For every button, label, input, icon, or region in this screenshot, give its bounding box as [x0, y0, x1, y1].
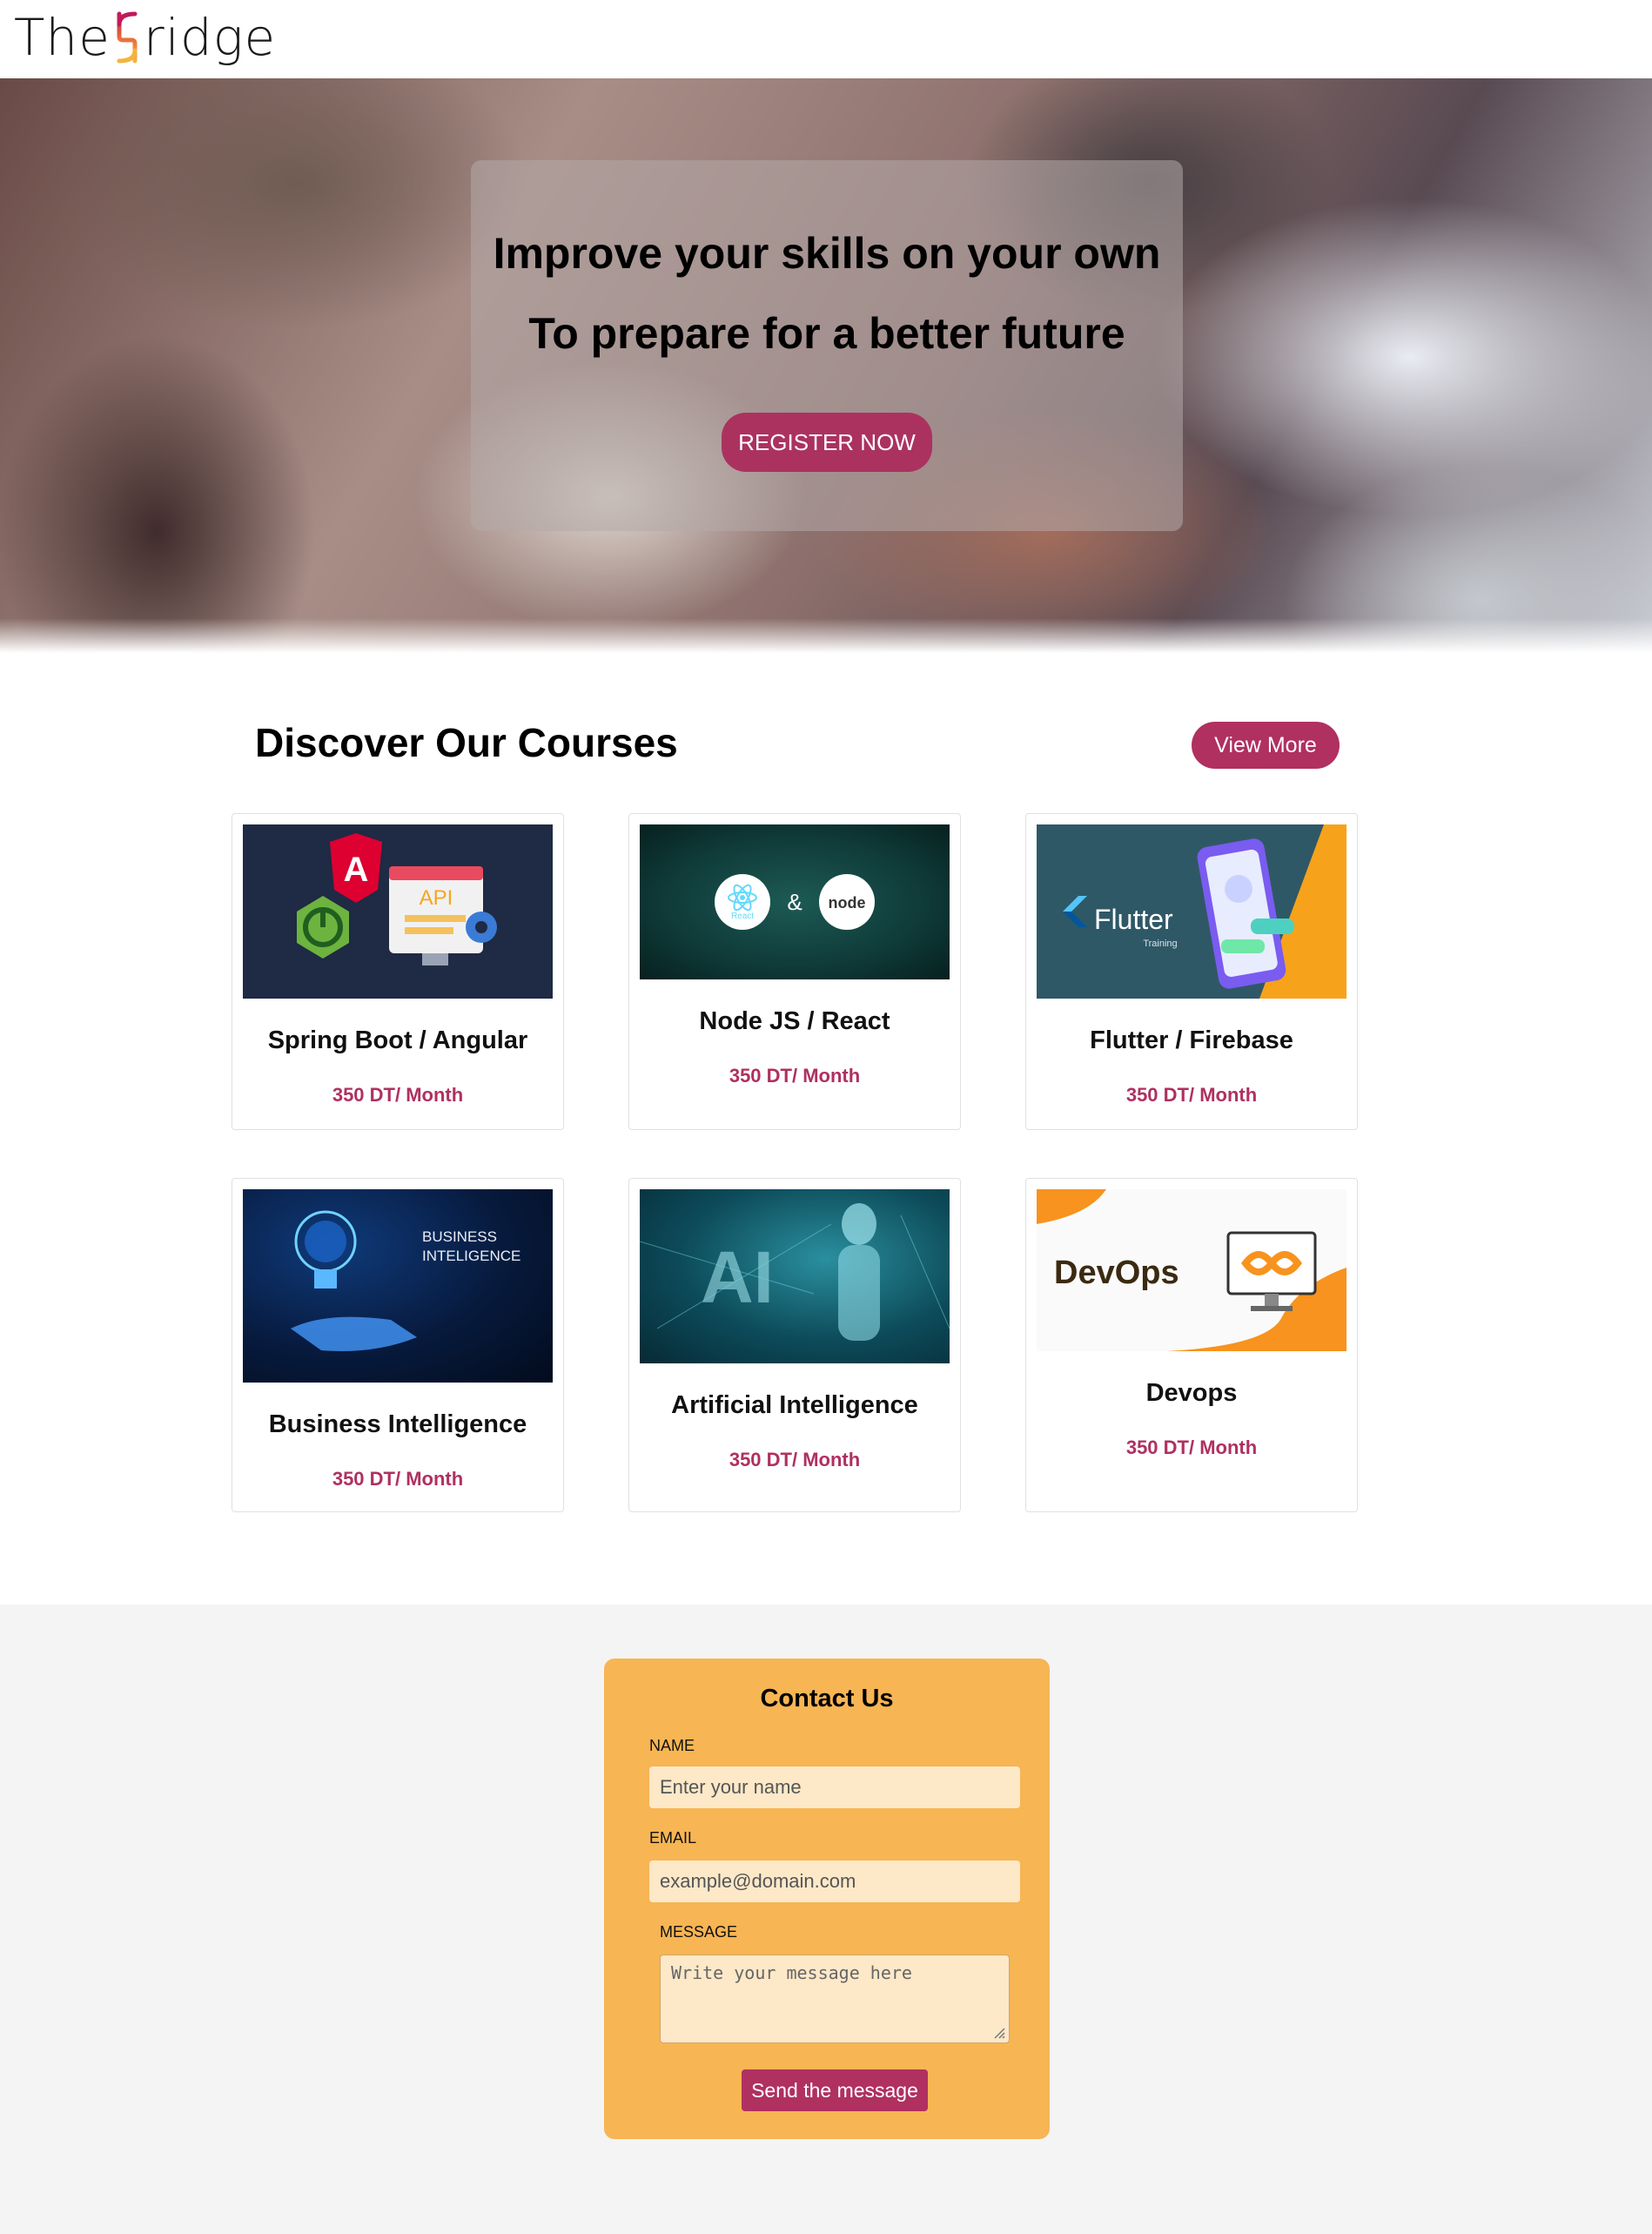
node-label: node: [829, 894, 866, 912]
svg-text:A: A: [344, 851, 369, 889]
course-card-spring-angular[interactable]: A API Spring Boot / Angular 350 DT/ Mont…: [232, 813, 564, 1130]
logo-text-prefix: The: [14, 8, 111, 67]
message-placeholder: Write your message here: [671, 1962, 912, 1983]
message-label: MESSAGE: [660, 1923, 738, 1941]
devops-label: DevOps: [1054, 1255, 1179, 1291]
ai-label: AI: [701, 1236, 774, 1318]
course-card-business-intelligence[interactable]: BUSINESS INTELIGENCE Business Intelligen…: [232, 1178, 564, 1512]
flutter-label: Flutter: [1094, 904, 1173, 935]
site-header: The ridge: [0, 0, 1652, 78]
course-price: 350 DT/ Month: [332, 1084, 464, 1106]
node-react-image: React & node: [640, 824, 950, 979]
site-logo[interactable]: The ridge: [14, 7, 276, 68]
bi-label-line1: BUSINESS: [422, 1228, 497, 1245]
api-label: API: [420, 886, 453, 910]
course-title: Spring Boot / Angular: [267, 1026, 528, 1054]
hero-banner: Improve your skills on your own To prepa…: [0, 78, 1652, 653]
hero-subheadline: To prepare for a better future: [528, 309, 1125, 358]
ai-image: AI: [640, 1189, 950, 1363]
contact-form: Contact Us NAME Enter your name EMAIL ex…: [604, 1659, 1050, 2139]
course-title: Business Intelligence: [268, 1410, 527, 1438]
contact-section: Contact Us NAME Enter your name EMAIL ex…: [0, 1605, 1652, 2234]
course-price: 350 DT/ Month: [1125, 1437, 1258, 1458]
bi-image: BUSINESS INTELIGENCE: [243, 1189, 553, 1383]
react-label: React: [731, 912, 754, 921]
hero-card: Improve your skills on your own To prepa…: [471, 160, 1183, 531]
course-price: 350 DT/ Month: [1125, 1084, 1258, 1106]
devops-image: DevOps: [1037, 1189, 1346, 1351]
contact-title: Contact Us: [760, 1685, 894, 1713]
course-price: 350 DT/ Month: [332, 1468, 464, 1490]
course-title: Flutter / Firebase: [1090, 1026, 1293, 1054]
register-now-button[interactable]: REGISTER NOW: [722, 413, 932, 472]
course-price: 350 DT/ Month: [729, 1449, 861, 1470]
courses-section-title: Discover Our Courses: [255, 720, 678, 765]
spring-angular-image: A API: [243, 824, 553, 999]
flutter-image: Flutter Training: [1037, 824, 1346, 999]
course-title: Devops: [1145, 1379, 1238, 1407]
bi-label-line2: INTELIGENCE: [422, 1248, 520, 1264]
course-title: Node JS / React: [699, 1007, 890, 1035]
training-label: Training: [1143, 939, 1177, 949]
course-card-devops[interactable]: DevOps Devops 350 DT/ Month: [1025, 1178, 1358, 1512]
ampersand-label: &: [787, 889, 802, 915]
name-input[interactable]: Enter your name: [649, 1766, 1020, 1808]
logo-bridge-icon: [117, 11, 138, 64]
name-label: NAME: [649, 1737, 695, 1754]
email-input[interactable]: example@domain.com: [649, 1861, 1020, 1902]
email-label: EMAIL: [649, 1829, 697, 1847]
course-card-artificial-intelligence[interactable]: AI Artificial Intelligence 350 DT/ Month: [628, 1178, 961, 1512]
hero-fade: [0, 618, 1652, 653]
view-more-button[interactable]: View More: [1192, 722, 1340, 769]
message-textarea[interactable]: Write your message here: [660, 1955, 1010, 2043]
logo-text-suffix: ridge: [143, 8, 277, 67]
course-card-node-react[interactable]: React & node Node JS / React 350 DT/ Mon…: [628, 813, 961, 1130]
course-card-flutter-firebase[interactable]: Flutter Training Flutter / Firebase 350 …: [1025, 813, 1358, 1130]
course-price: 350 DT/ Month: [729, 1065, 861, 1087]
resize-grip-icon[interactable]: [993, 2027, 1005, 2039]
send-message-button[interactable]: Send the message: [742, 2069, 928, 2111]
course-title: Artificial Intelligence: [671, 1391, 918, 1419]
hero-headline: Improve your skills on your own: [493, 229, 1161, 278]
